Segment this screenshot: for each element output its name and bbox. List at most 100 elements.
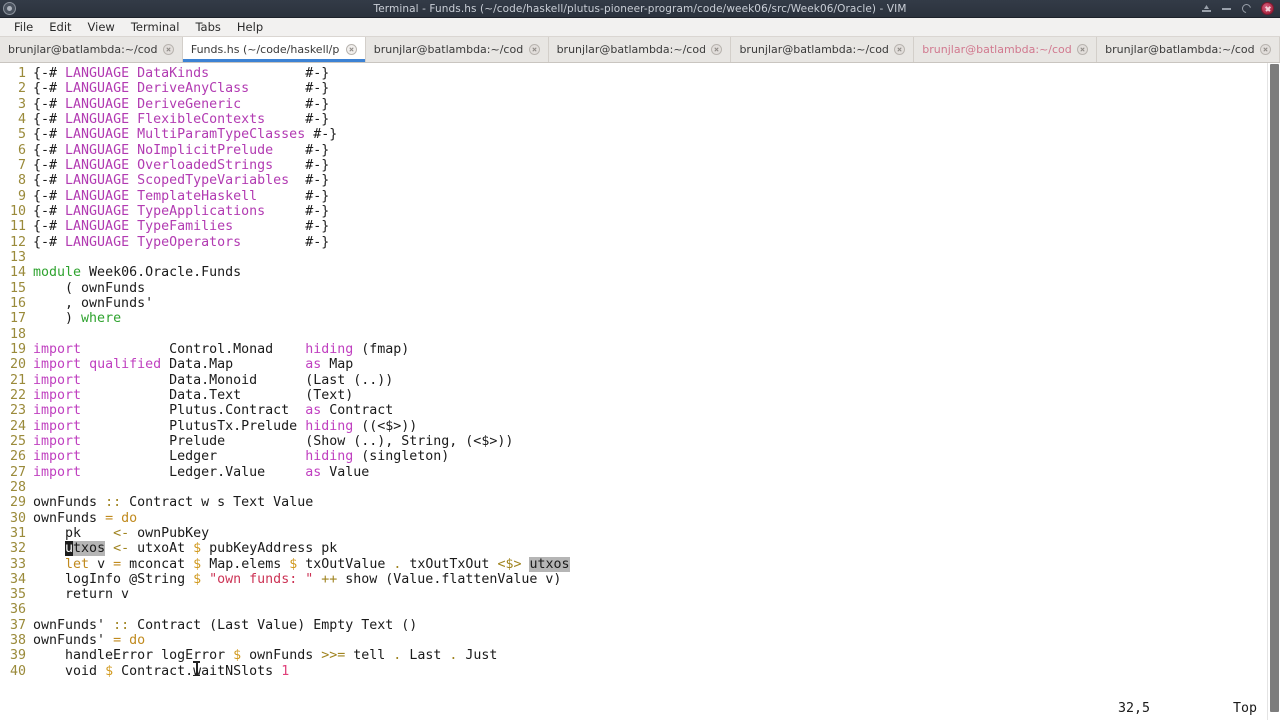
code-line[interactable]: 21import Data.Monoid (Last (..)) [0,373,1280,388]
gutter-gap [26,189,33,204]
terminal-tab-4[interactable]: brunjlar@batlambda:~/code/... [549,37,732,62]
tab-close-icon[interactable] [163,44,174,55]
tab-close-icon[interactable] [711,44,722,55]
code-line[interactable]: 11{-# LANGUAGE TypeFamilies #-} [0,219,1280,234]
code-line[interactable]: 15 ( ownFunds [0,281,1280,296]
code-token: $ [193,557,201,572]
terminal-app-icon[interactable] [3,2,16,15]
code-line[interactable]: 10{-# LANGUAGE TypeApplications #-} [0,204,1280,219]
code-token: #-} [209,66,329,81]
terminal-tab-7[interactable]: brunjlar@batlambda:~/code/... [1097,37,1280,62]
gutter-gap [26,66,33,81]
code-line[interactable]: 38ownFunds' = do [0,633,1280,648]
code-token: ) [33,311,81,326]
menu-item-tabs[interactable]: Tabs [187,19,228,35]
code-line[interactable]: 8{-# LANGUAGE ScopedTypeVariables #-} [0,173,1280,188]
code-token: $ [193,541,201,556]
code-line[interactable]: 24import PlutusTx.Prelude hiding ((<$>)) [0,419,1280,434]
code-line[interactable]: 37ownFunds' :: Contract (Last Value) Emp… [0,618,1280,633]
line-number: 27 [0,465,26,480]
code-line[interactable]: 29ownFunds :: Contract w s Text Value [0,495,1280,510]
code-token: Data.Text (Text) [81,388,353,403]
tab-close-icon[interactable] [346,44,357,55]
terminal-tab-6[interactable]: brunjlar@batlambda:~/code/... [914,37,1097,62]
gutter-gap [26,281,33,296]
line-text: ownFunds' = do [33,633,145,648]
code-line[interactable]: 27import Ledger.Value as Value [0,465,1280,480]
code-line[interactable]: 6{-# LANGUAGE NoImplicitPrelude #-} [0,143,1280,158]
menu-item-help[interactable]: Help [229,19,271,35]
line-number: 24 [0,419,26,434]
code-token: = [113,557,121,572]
code-line[interactable]: 3{-# LANGUAGE DeriveGeneric #-} [0,97,1280,112]
code-line[interactable]: 16 , ownFunds' [0,296,1280,311]
code-token: #-} [241,97,329,112]
gutter-gap [26,173,33,188]
code-line[interactable]: 14module Week06.Oracle.Funds [0,265,1280,280]
code-line[interactable]: 17 ) where [0,311,1280,326]
code-line[interactable]: 1{-# LANGUAGE DataKinds #-} [0,66,1280,81]
code-line[interactable]: 26import Ledger hiding (singleton) [0,449,1280,464]
code-token: LANGUAGE FlexibleContexts [65,112,265,127]
close-icon[interactable] [1261,2,1274,15]
code-token: mconcat [121,557,193,572]
minimize-icon[interactable] [1221,3,1232,14]
menu-item-view[interactable]: View [80,19,123,35]
maximize-icon[interactable] [1241,3,1252,14]
code-token: 1 [281,664,289,679]
code-line[interactable]: 18 [0,327,1280,342]
code-line[interactable]: 22import Data.Text (Text) [0,388,1280,403]
line-number: 22 [0,388,26,403]
code-line[interactable]: 20import qualified Data.Map as Map [0,357,1280,372]
terminal-tab-bar: brunjlar@batlambda:~/code/...Funds.hs (~… [0,37,1280,63]
code-line[interactable]: 28 [0,480,1280,495]
code-token: {-# [33,219,65,234]
code-line[interactable]: 35 return v [0,587,1280,602]
code-token: {-# [33,158,65,173]
code-token [33,541,65,556]
terminal-tab-3[interactable]: brunjlar@batlambda:~/code/... [366,37,549,62]
code-line[interactable]: 7{-# LANGUAGE OverloadedStrings #-} [0,158,1280,173]
tab-close-icon[interactable] [529,44,540,55]
code-line[interactable]: 23import Plutus.Contract as Contract [0,403,1280,418]
code-line[interactable]: 36 [0,602,1280,617]
code-line[interactable]: 39 handleError logError $ ownFunds >>= t… [0,648,1280,663]
terminal-tab-5[interactable]: brunjlar@batlambda:~/code/... [731,37,914,62]
tab-close-icon[interactable] [894,44,905,55]
code-token: hiding [305,449,353,464]
line-text: logInfo @String $ "own funds: " ++ show … [33,572,561,587]
gutter-gap [26,296,33,311]
tab-label: brunjlar@batlambda:~/code/... [374,43,523,56]
vim-code-area[interactable]: 1{-# LANGUAGE DataKinds #-}2{-# LANGUAGE… [0,63,1280,679]
code-line[interactable]: 30ownFunds = do [0,511,1280,526]
code-line[interactable]: 19import Control.Monad hiding (fmap) [0,342,1280,357]
code-line[interactable]: 34 logInfo @String $ "own funds: " ++ sh… [0,572,1280,587]
code-token: do [129,633,145,648]
code-token: Contract w s Text Value [121,495,313,510]
code-line[interactable]: 4{-# LANGUAGE FlexibleContexts #-} [0,112,1280,127]
code-line[interactable]: 31 pk <- ownPubKey [0,526,1280,541]
menu-item-file[interactable]: File [6,19,41,35]
terminal-tab-2[interactable]: Funds.hs (~/code/haskell/plu... [183,37,366,62]
code-line[interactable]: 13 [0,250,1280,265]
shade-icon[interactable] [1201,3,1212,14]
gutter-gap [26,648,33,663]
terminal-viewport[interactable]: 1{-# LANGUAGE DataKinds #-}2{-# LANGUAGE… [0,63,1280,720]
code-line[interactable]: 40 void $ Contract.waitNSlots 1 [0,664,1280,679]
menu-item-edit[interactable]: Edit [41,19,79,35]
code-line[interactable]: 33 let v = mconcat $ Map.elems $ txOutVa… [0,557,1280,572]
scrollbar-thumb[interactable] [1270,64,1279,712]
code-line[interactable]: 9{-# LANGUAGE TemplateHaskell #-} [0,189,1280,204]
tab-close-icon[interactable] [1260,44,1271,55]
menu-item-terminal[interactable]: Terminal [123,19,188,35]
code-line[interactable]: 12{-# LANGUAGE TypeOperators #-} [0,235,1280,250]
code-token: LANGUAGE TemplateHaskell [65,189,257,204]
code-line[interactable]: 2{-# LANGUAGE DeriveAnyClass #-} [0,81,1280,96]
terminal-scrollbar[interactable] [1267,63,1280,720]
line-number: 18 [0,327,26,342]
code-line[interactable]: 5{-# LANGUAGE MultiParamTypeClasses #-} [0,127,1280,142]
code-line[interactable]: 25import Prelude (Show (..), String, (<$… [0,434,1280,449]
tab-close-icon[interactable] [1077,44,1088,55]
code-line[interactable]: 32 utxos <- utxoAt $ pubKeyAddress pk [0,541,1280,556]
terminal-tab-1[interactable]: brunjlar@batlambda:~/code/... [0,37,183,62]
